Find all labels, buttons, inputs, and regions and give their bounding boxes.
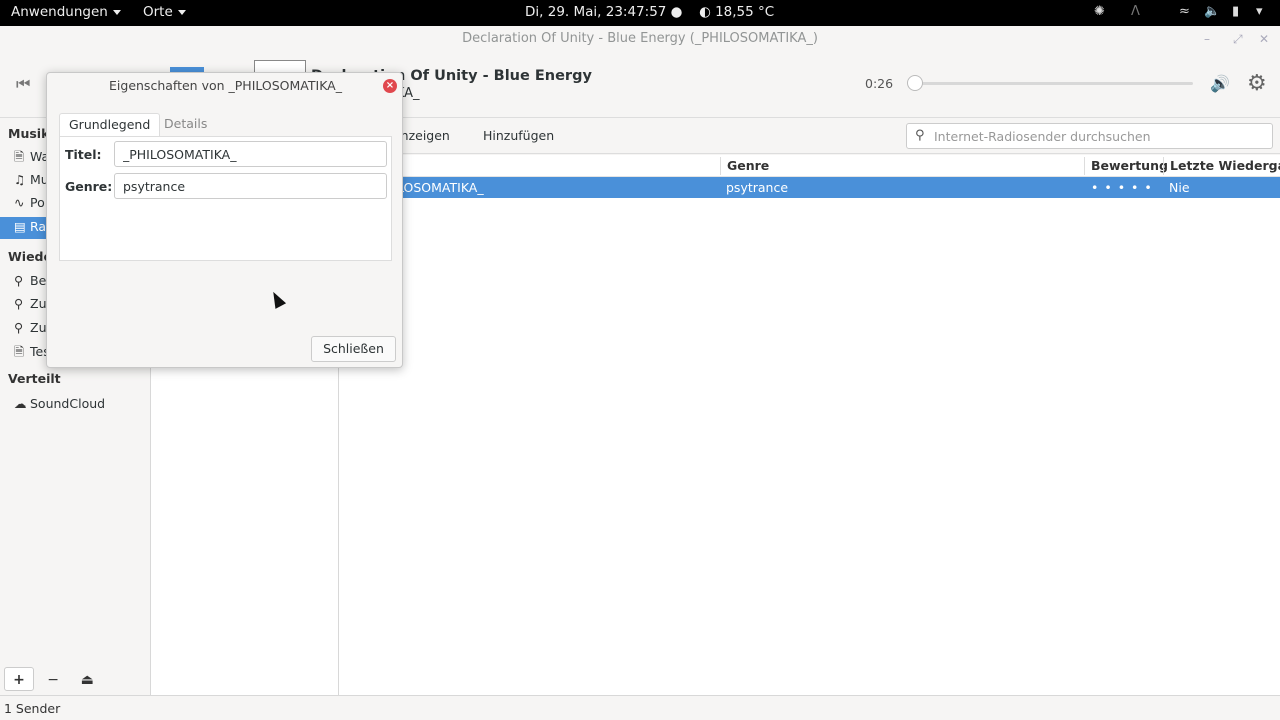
close-window-icon[interactable]: ✕ xyxy=(1259,26,1269,52)
volume-button-icon[interactable]: 🔊 xyxy=(1210,74,1230,93)
sidebar-section-shared: Verteilt xyxy=(8,371,61,386)
add-button[interactable]: Hinzufügen xyxy=(483,128,554,143)
places-menu[interactable]: Orte xyxy=(143,4,186,20)
sidebar-item-label: Zu xyxy=(30,320,47,335)
volume-icon[interactable]: 🔈 xyxy=(1204,4,1220,19)
podcast-icon: ∿ xyxy=(14,195,25,210)
previous-track-icon[interactable]: ⏮ xyxy=(16,74,40,94)
close-button[interactable]: Schließen xyxy=(311,336,396,362)
sidebar-item-label: SoundCloud xyxy=(30,396,106,411)
column-separator xyxy=(720,157,721,175)
sidebar-item-label: Zu xyxy=(30,296,47,311)
sidebar-toolbar: + − ⏏ xyxy=(4,667,102,692)
genre-field-label: Genre: xyxy=(65,179,113,194)
column-rating[interactable]: Bewertung xyxy=(1091,158,1168,173)
column-genre[interactable]: Genre xyxy=(727,158,769,173)
eject-button[interactable]: ⏏ xyxy=(72,668,102,692)
system-menu-chevron-icon[interactable]: ▾ xyxy=(1256,4,1263,19)
dialog-title: Eigenschaften von _PHILOSOMATIKA_ xyxy=(109,78,342,93)
station-table: Genre Bewertung Letzte Wiedergabe LOSOMA… xyxy=(339,155,1280,695)
cell-last-played: Nie xyxy=(1169,180,1190,195)
search-icon: ⚲ xyxy=(14,296,24,311)
seek-bar[interactable] xyxy=(913,82,1193,85)
status-bar: 1 Sender xyxy=(0,695,1280,720)
search-icon: ⚲ xyxy=(14,320,24,335)
browser-toolbar: anzeigen Hinzufügen ⚲ xyxy=(339,118,1280,154)
tray-app2-icon[interactable]: Λ xyxy=(1131,4,1140,19)
tab-details[interactable]: Details xyxy=(155,113,216,137)
properties-dialog: Eigenschaften von _PHILOSOMATIKA_ × Grun… xyxy=(46,72,403,368)
elapsed-time: 0:26 xyxy=(865,76,894,91)
seek-handle[interactable] xyxy=(907,75,923,91)
maximize-icon[interactable]: ⤢ xyxy=(1233,26,1243,52)
column-last-played[interactable]: Letzte Wiedergabe xyxy=(1170,158,1280,173)
search-icon: ⚲ xyxy=(14,273,24,288)
table-header: Genre Bewertung Letzte Wiedergabe xyxy=(339,155,1280,177)
tab-basic[interactable]: Grundlegend xyxy=(59,113,161,137)
remove-playlist-button[interactable]: − xyxy=(38,668,68,692)
cloud-icon: ☁ xyxy=(14,396,27,411)
minimize-icon[interactable]: – xyxy=(1204,26,1210,52)
chevron-down-icon xyxy=(177,9,186,15)
search-icon: ⚲ xyxy=(915,128,925,143)
weather[interactable]: ◐ 18,55 °C xyxy=(699,4,774,20)
applications-menu-label: Anwendungen xyxy=(11,4,108,20)
genre-field[interactable] xyxy=(114,173,387,199)
window-titlebar: Declaration Of Unity - Blue Energy (_PHI… xyxy=(0,26,1280,52)
window-title: Declaration Of Unity - Blue Energy (_PHI… xyxy=(462,31,818,46)
add-playlist-button[interactable]: + xyxy=(4,667,34,691)
column-separator xyxy=(1163,157,1164,175)
column-separator xyxy=(1084,157,1085,175)
applications-menu[interactable]: Anwendungen xyxy=(11,4,121,20)
gear-icon[interactable]: ⚙ xyxy=(1247,71,1267,96)
sidebar-item-label: Po xyxy=(30,195,45,210)
close-icon[interactable]: × xyxy=(383,79,397,93)
basic-tab-panel: Titel: Genre: xyxy=(59,136,392,261)
cell-title: LOSOMATIKA_ xyxy=(397,180,484,195)
radio-icon: ▤ xyxy=(14,219,26,234)
status-text: 1 Sender xyxy=(4,701,61,716)
document-icon: 🗎 xyxy=(14,344,25,359)
battery-icon[interactable]: ▮ xyxy=(1232,4,1239,19)
clock[interactable]: Di, 29. Mai, 23:47:57 ● xyxy=(525,4,682,20)
weather-label: 18,55 °C xyxy=(715,4,775,20)
places-menu-label: Orte xyxy=(143,4,173,20)
cell-genre: psytrance xyxy=(726,180,789,195)
title-field[interactable] xyxy=(114,141,387,167)
music-note-icon: ♫ xyxy=(14,172,26,187)
moon-icon: ◐ xyxy=(699,4,711,20)
search-input[interactable] xyxy=(934,127,1264,145)
cell-rating[interactable]: • • • • • xyxy=(1091,180,1153,195)
sidebar-item-label: Ra xyxy=(30,219,47,234)
document-icon: 🗎 xyxy=(14,149,25,164)
sidebar-item-label: Be xyxy=(30,273,47,288)
wifi-icon[interactable]: ≈ xyxy=(1179,4,1190,19)
tray-app-icon[interactable]: ✺ xyxy=(1094,4,1105,19)
table-row[interactable]: LOSOMATIKA_ psytrance • • • • • Nie xyxy=(339,177,1280,198)
title-field-label: Titel: xyxy=(65,147,102,162)
sidebar-item-soundcloud[interactable]: ☁ SoundCloud xyxy=(14,396,151,418)
top-bar: Anwendungen Orte Di, 29. Mai, 23:47:57 ●… xyxy=(0,0,1280,26)
chevron-down-icon xyxy=(112,9,121,15)
search-box[interactable]: ⚲ xyxy=(906,123,1273,149)
